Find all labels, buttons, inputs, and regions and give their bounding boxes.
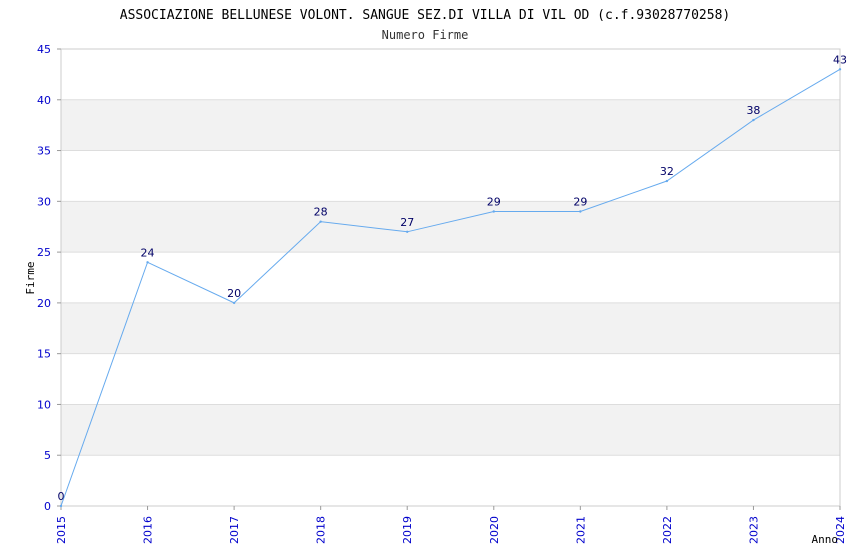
data-label: 24	[141, 246, 155, 259]
y-tick-label: 45	[37, 43, 51, 56]
y-tick-label: 30	[37, 195, 51, 208]
chart-title: ASSOCIAZIONE BELLUNESE VOLONT. SANGUE SE…	[120, 8, 730, 23]
x-tick-label: 2021	[574, 516, 587, 544]
data-point	[406, 230, 409, 233]
x-tick-label: 2023	[747, 516, 760, 544]
data-label: 0	[58, 490, 65, 503]
y-tick-label: 40	[37, 94, 51, 107]
data-label: 38	[746, 104, 760, 117]
y-tick-label: 0	[44, 500, 51, 513]
data-point	[146, 261, 149, 264]
data-label: 20	[227, 287, 241, 300]
data-label: 29	[487, 195, 501, 208]
x-axis-ticks: 2015 2016 2017 2018 2019 2020 2021 2022 2023 2024	[55, 506, 847, 544]
y-tick-label: 5	[44, 449, 51, 462]
data-point	[232, 301, 236, 305]
grid-band	[61, 404, 840, 456]
x-tick-label: 2022	[661, 516, 674, 544]
y-axis-ticks: 0 5 10 15 20 25 30 35 40 45	[37, 43, 61, 513]
y-tick-label: 25	[37, 246, 51, 259]
grid-band	[61, 201, 840, 253]
grid-bands	[61, 99, 840, 456]
data-label: 28	[314, 206, 328, 219]
y-tick-label: 20	[37, 297, 51, 310]
data-label: 29	[573, 195, 587, 208]
y-axis-title: Firme	[24, 261, 37, 294]
grid-band	[61, 99, 840, 151]
y-tick-label: 35	[37, 145, 51, 158]
data-label: 43	[833, 53, 847, 66]
data-point	[59, 504, 63, 508]
data-point	[492, 210, 495, 213]
data-point	[752, 118, 755, 122]
data-point	[579, 210, 582, 213]
data-point	[319, 220, 322, 223]
line-chart: ASSOCIAZIONE BELLUNESE VOLONT. SANGUE SE…	[24, 8, 847, 546]
chart-subtitle: Numero Firme	[382, 28, 469, 42]
x-tick-label: 2016	[142, 516, 155, 544]
x-tick-label: 2020	[488, 516, 501, 544]
y-tick-label: 15	[37, 348, 51, 361]
x-axis-title: Anno	[812, 533, 839, 546]
y-tick-label: 10	[37, 398, 51, 411]
data-point	[838, 68, 842, 71]
data-label: 32	[660, 165, 674, 178]
data-label: 27	[400, 216, 414, 229]
grid-band	[61, 302, 840, 354]
data-point	[665, 179, 669, 183]
x-tick-label: 2018	[315, 516, 328, 544]
x-tick-label: 2019	[401, 516, 414, 544]
x-tick-label: 2015	[55, 516, 68, 544]
x-tick-label: 2017	[228, 516, 241, 544]
